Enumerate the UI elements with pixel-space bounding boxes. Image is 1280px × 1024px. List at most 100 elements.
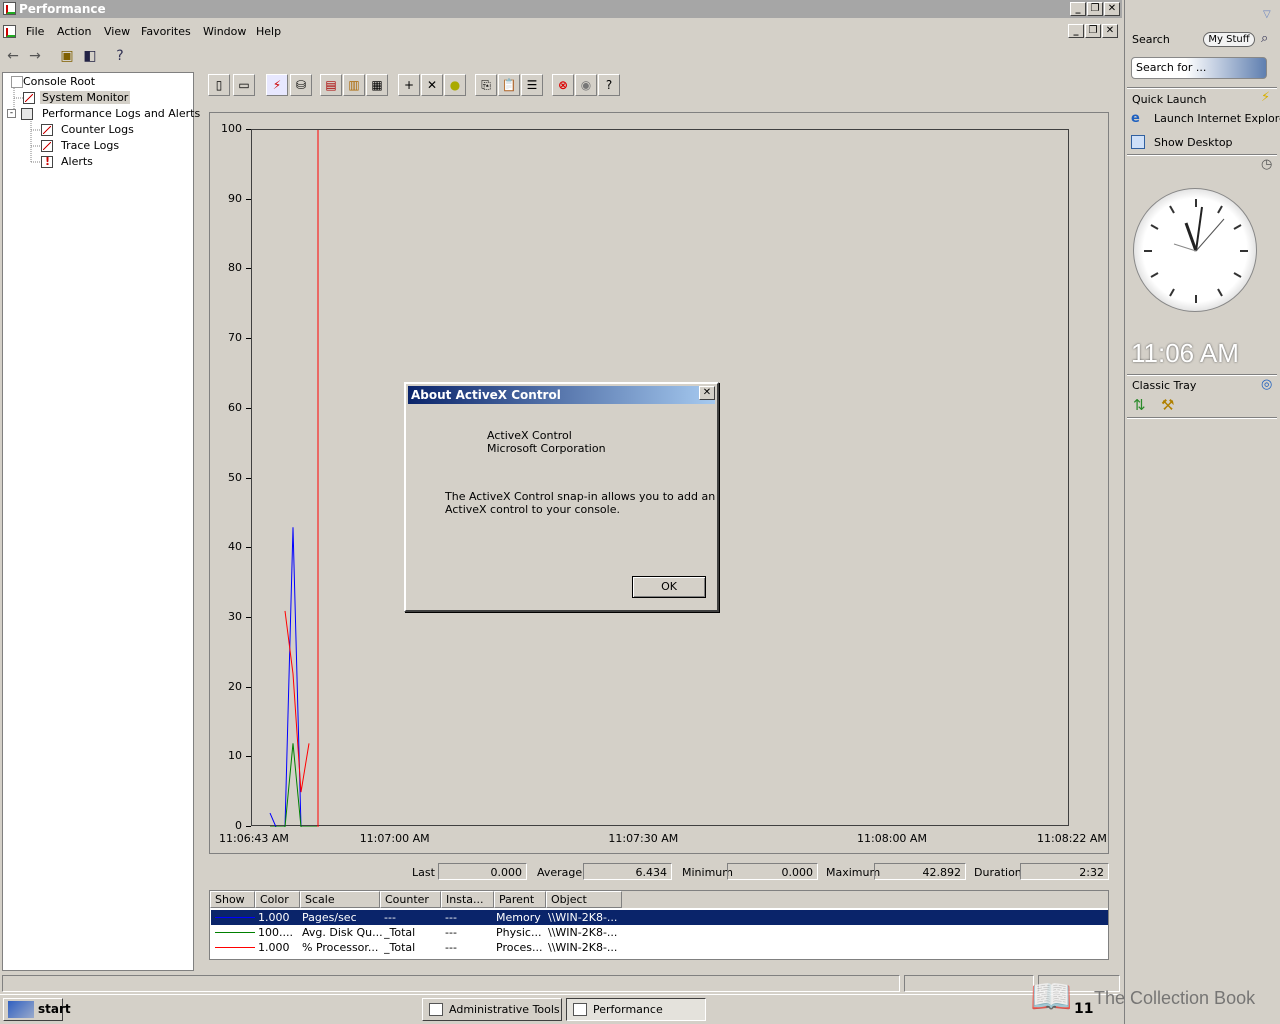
about-dialog: About ActiveX Control ✕ ActiveX Control … (404, 382, 719, 612)
properties-icon[interactable]: ☰ (521, 74, 543, 96)
dialog-title: About ActiveX Control (411, 388, 561, 402)
col-counter[interactable]: Counter (380, 891, 441, 908)
x-tick-label: 11:08:00 AM (857, 832, 927, 845)
tray-options-icon[interactable]: ◎ (1261, 377, 1272, 392)
delete-icon[interactable]: ✕ (421, 74, 443, 96)
view-histogram-icon[interactable]: ▥ (343, 74, 365, 96)
search-input[interactable]: Search for ... (1131, 57, 1267, 79)
cell-scale: 1.000 (258, 911, 290, 924)
monitor-help-icon[interactable]: ? (598, 74, 620, 96)
cell-parent: --- (445, 941, 457, 954)
window-title-bar[interactable]: Performance _ ❐ ✕ (0, 0, 1122, 18)
search-label: Search (1132, 33, 1170, 46)
ok-button[interactable]: OK (632, 576, 706, 598)
counter-row[interactable]: 100.... Avg. Disk Qu... _Total --- Physi… (211, 925, 1108, 940)
paste-counter-list-icon[interactable]: 📋 (498, 74, 520, 96)
counter-row[interactable]: 1.000 Pages/sec --- --- Memory \\WIN-2K8… (211, 910, 1108, 925)
tree-node-counter-logs[interactable]: Counter Logs (41, 123, 136, 136)
tools-tray-icon[interactable]: ⚒ (1161, 396, 1174, 414)
cell-scale: 100.... (258, 926, 293, 939)
forward-arrow-icon[interactable]: → (25, 46, 45, 66)
show-desktop-item[interactable]: Show Desktop (1131, 135, 1280, 151)
help-icon[interactable]: ? (110, 46, 130, 66)
menu-file[interactable]: File (26, 25, 44, 38)
show-hide-tree-icon[interactable]: ◧ (80, 46, 100, 66)
tree-node-performance-logs[interactable]: - Performance Logs and Alerts (7, 107, 202, 120)
cell-object: Proces... (496, 941, 543, 954)
performance-task-icon (573, 1003, 587, 1016)
cell-instance: _Total (384, 926, 416, 939)
menu-bar: File Action View Favorites Window Help _… (0, 22, 1122, 42)
col-color[interactable]: Color (255, 891, 300, 908)
task-administrative-tools[interactable]: Administrative Tools (422, 998, 562, 1021)
view-report-icon[interactable]: ▦ (366, 74, 388, 96)
col-scale[interactable]: Scale (300, 891, 380, 908)
my-stuff-button[interactable]: My Stuff (1203, 32, 1255, 47)
system-monitor-icon (23, 92, 35, 104)
menu-favorites[interactable]: Favorites (141, 25, 191, 38)
view-log-data-icon[interactable]: ⛁ (290, 74, 312, 96)
maximum-label: Maximum (826, 866, 881, 879)
add-icon[interactable]: + (398, 74, 420, 96)
start-button[interactable]: start (3, 998, 71, 1021)
tree-node-trace-logs[interactable]: Trace Logs (41, 139, 121, 152)
view-graph-icon[interactable]: ▤ (320, 74, 342, 96)
tree-node-console-root[interactable]: Console Root (11, 75, 97, 88)
copy-properties-icon[interactable]: ⎘ (475, 74, 497, 96)
network-tray-icon[interactable]: ⇅ (1133, 396, 1146, 414)
cell-object: Memory (496, 911, 541, 924)
minimum-label: Minimum (682, 866, 733, 879)
y-tick-mark (246, 826, 251, 827)
tree-node-alerts[interactable]: Alerts (41, 155, 95, 168)
new-counter-set-icon[interactable]: ▯ (208, 74, 230, 96)
last-value: 0.000 (438, 863, 527, 880)
start-label: start (38, 1002, 71, 1016)
dialog-company: Microsoft Corporation (487, 442, 606, 455)
menu-window[interactable]: Window (203, 25, 246, 38)
search-magnifier-icon[interactable]: ⌕ (1261, 31, 1268, 46)
menu-action[interactable]: Action (57, 25, 91, 38)
color-swatch (215, 947, 255, 948)
child-minimize-button[interactable]: _ (1068, 24, 1084, 38)
sidebar-collapse-icon[interactable]: ▽ (1263, 9, 1271, 20)
hour-hand (1184, 222, 1198, 252)
status-bar (0, 973, 1122, 993)
clock-options-icon[interactable]: ◷ (1261, 157, 1272, 172)
close-button[interactable]: ✕ (1104, 2, 1120, 16)
counter-row[interactable]: 1.000 % Processor... _Total --- Proces..… (211, 940, 1108, 955)
statistics-bar: Last 0.000 Average 6.434 Minimum 0.000 M… (209, 862, 1109, 884)
launch-ie-item[interactable]: e Launch Internet Explore (1131, 111, 1280, 127)
back-arrow-icon[interactable]: ← (3, 46, 23, 66)
child-close-button[interactable]: ✕ (1102, 24, 1118, 38)
freeze-display-icon[interactable]: ⊗ (552, 74, 574, 96)
x-tick-label: 11:07:30 AM (608, 832, 679, 845)
col-show[interactable]: Show (210, 891, 255, 908)
taskbar: start Administrative Tools Performance 1… (0, 994, 1122, 1024)
child-restore-button[interactable]: ❐ (1085, 24, 1101, 38)
dialog-close-button[interactable]: ✕ (699, 386, 715, 400)
y-tick-label: 40 (228, 540, 242, 554)
dialog-title-bar[interactable]: About ActiveX Control (408, 386, 715, 404)
view-current-activity-icon[interactable]: ⚡ (266, 74, 288, 96)
collapse-icon[interactable]: - (7, 109, 16, 118)
col-object[interactable]: Object (546, 891, 622, 908)
col-parent[interactable]: Parent (494, 891, 546, 908)
restore-button[interactable]: ❐ (1087, 2, 1103, 16)
update-data-icon[interactable]: ◉ (575, 74, 597, 96)
menu-help[interactable]: Help (256, 25, 281, 38)
highlight-icon[interactable]: ● (444, 74, 466, 96)
sidebar-divider (1127, 374, 1277, 376)
up-folder-icon[interactable]: ▣ (57, 46, 77, 66)
clear-display-icon[interactable]: ▭ (233, 74, 255, 96)
launch-ie-label: Launch Internet Explore (1154, 112, 1280, 125)
alert-icon (41, 155, 53, 168)
clock-face (1144, 199, 1248, 303)
minimize-button[interactable]: _ (1070, 2, 1086, 16)
cell-instance: _Total (384, 941, 416, 954)
menu-view[interactable]: View (104, 25, 130, 38)
mmc-document-icon[interactable] (3, 25, 16, 38)
performance-app-icon (3, 2, 16, 15)
tree-node-system-monitor[interactable]: System Monitor (23, 91, 131, 104)
col-instance[interactable]: Insta... (441, 891, 494, 908)
task-performance[interactable]: Performance (566, 998, 706, 1021)
